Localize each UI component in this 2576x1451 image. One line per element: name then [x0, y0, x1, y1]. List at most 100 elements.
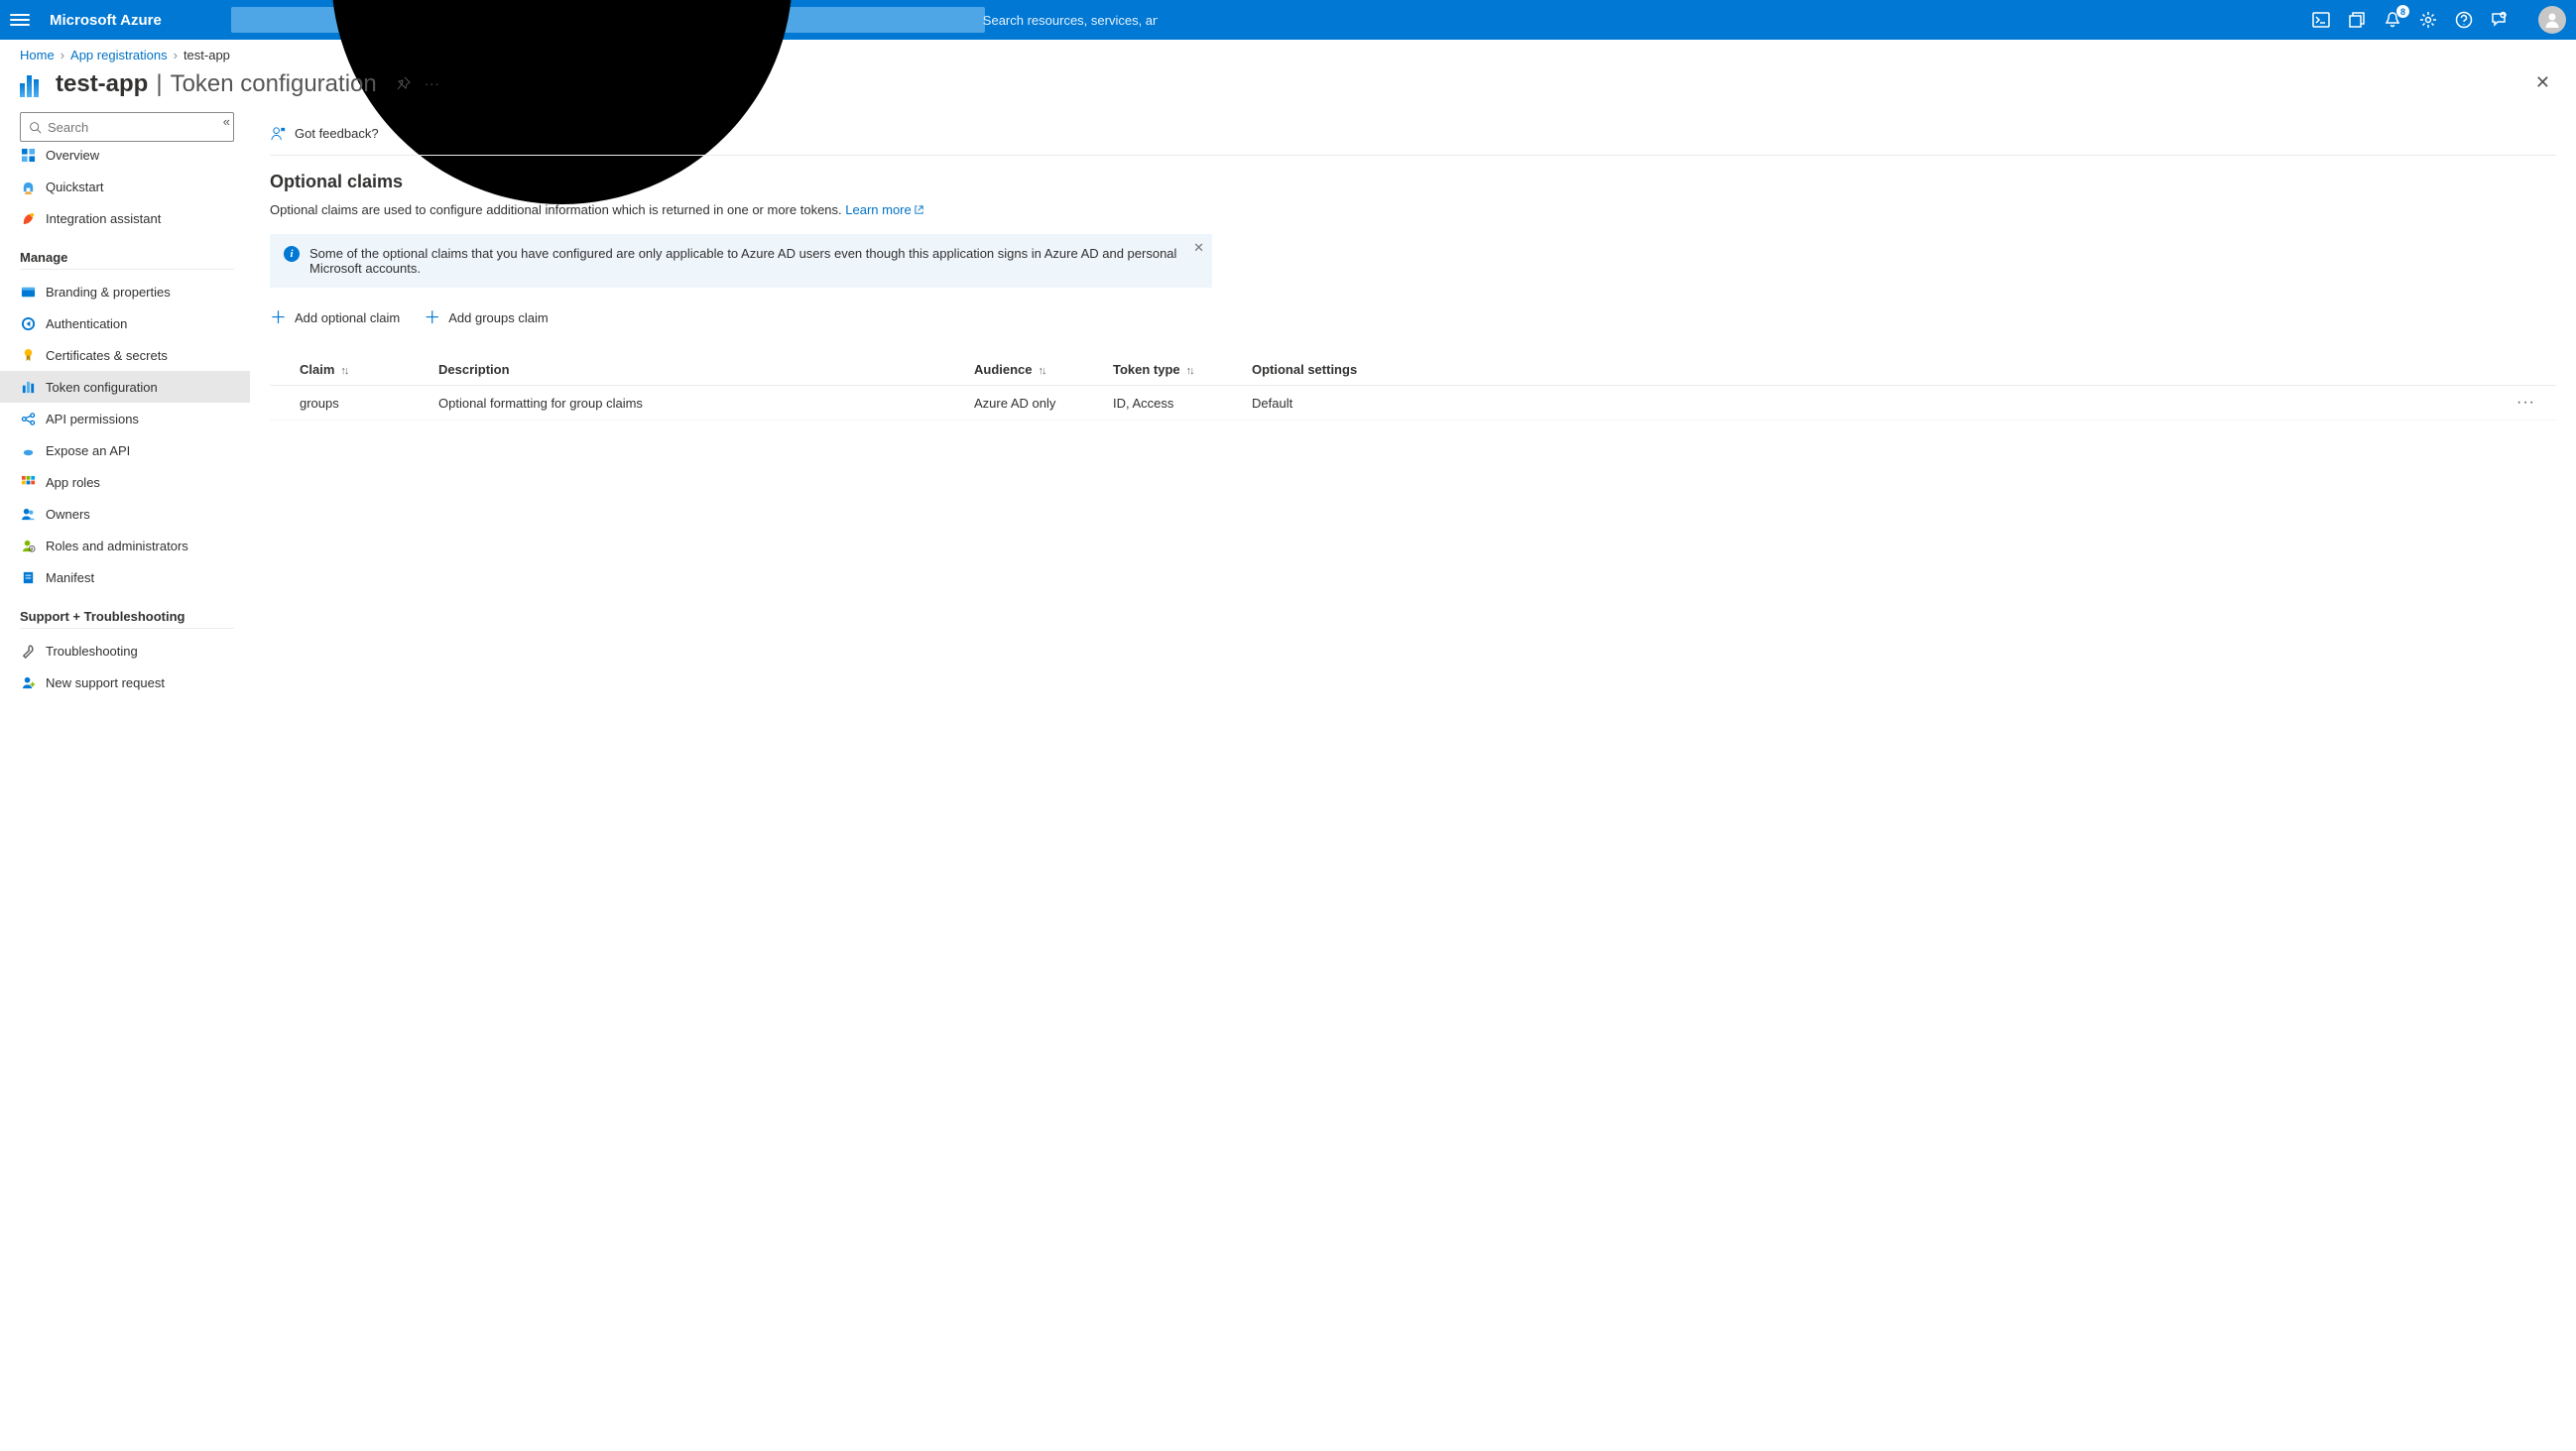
sidebar-item-overview[interactable]: Overview [0, 139, 250, 171]
external-link-icon [914, 203, 924, 218]
support-icon [20, 674, 36, 690]
cell-description: Optional formatting for group claims [438, 396, 974, 411]
sidebar-item-label: Roles and administrators [46, 539, 188, 553]
sidebar-item-label: App roles [46, 475, 100, 490]
authentication-icon [20, 315, 36, 331]
page-title-section: Token configuration [171, 70, 377, 98]
pin-icon[interactable] [397, 76, 411, 93]
sidebar-item-label: Quickstart [46, 180, 104, 194]
cell-claim: groups [300, 396, 438, 411]
brand-label[interactable]: Microsoft Azure [50, 12, 162, 29]
button-label: Add groups claim [448, 310, 548, 325]
sidebar-search-input[interactable] [48, 120, 225, 135]
owners-icon [20, 506, 36, 522]
chevron-right-icon: › [61, 48, 64, 62]
troubleshooting-icon [20, 643, 36, 659]
sidebar-item-manifest[interactable]: Manifest [0, 561, 250, 593]
column-description[interactable]: Description [438, 362, 974, 377]
sidebar-item-label: Owners [46, 507, 90, 522]
more-icon[interactable]: ··· [425, 76, 440, 93]
hamburger-menu-icon[interactable] [10, 10, 30, 30]
sidebar-item-quickstart[interactable]: Quickstart [0, 171, 250, 202]
overview-icon [20, 147, 36, 163]
info-banner: i Some of the optional claims that you h… [270, 234, 1212, 288]
title-divider: | [156, 70, 162, 98]
sidebar-item-authentication[interactable]: Authentication [0, 307, 250, 339]
sidebar-item-troubleshooting[interactable]: Troubleshooting [0, 635, 250, 666]
notifications-icon[interactable]: 8 [2384, 11, 2401, 29]
sidebar-item-branding[interactable]: Branding & properties [0, 276, 250, 307]
add-groups-claim-button[interactable]: ＋ Add groups claim [424, 309, 548, 326]
sidebar-header-support: Support + Troubleshooting [20, 609, 234, 629]
cell-token-type: ID, Access [1113, 396, 1252, 411]
action-buttons: ＋ Add optional claim ＋ Add groups claim [270, 309, 2556, 326]
column-optional-settings[interactable]: Optional settings [1252, 362, 2516, 377]
row-more-button[interactable]: ··· [2516, 394, 2556, 412]
sidebar-item-new-support[interactable]: New support request [0, 666, 250, 698]
plus-icon: ＋ [424, 309, 440, 326]
sidebar-item-certificates[interactable]: Certificates & secrets [0, 339, 250, 371]
expose-api-icon [20, 442, 36, 458]
section-heading: Optional claims [270, 172, 2556, 192]
header-icons: 8 [2312, 11, 2509, 29]
token-config-icon [20, 71, 46, 97]
sidebar-item-app-roles[interactable]: App roles [0, 466, 250, 498]
breadcrumb-level1[interactable]: App registrations [70, 48, 168, 62]
plus-icon: ＋ [270, 309, 287, 326]
directories-icon[interactable] [2348, 11, 2366, 29]
api-permissions-icon [20, 411, 36, 426]
sidebar-item-owners[interactable]: Owners [0, 498, 250, 530]
main-content: Got feedback? Optional claims Optional c… [250, 112, 2576, 718]
dismiss-banner-button[interactable]: ✕ [1193, 240, 1204, 256]
claims-table: Claim↑↓ Description Audience↑↓ Token typ… [270, 354, 2556, 421]
search-icon [29, 121, 42, 134]
sidebar-item-label: Token configuration [46, 380, 158, 395]
global-search-input[interactable] [983, 13, 1158, 28]
sidebar-item-label: Expose an API [46, 443, 130, 458]
certificates-icon [20, 347, 36, 363]
column-claim[interactable]: Claim↑↓ [300, 362, 438, 377]
sidebar-item-expose-api[interactable]: Expose an API [0, 434, 250, 466]
add-optional-claim-button[interactable]: ＋ Add optional claim [270, 309, 400, 326]
page-title-app: test-app [56, 70, 148, 98]
global-search[interactable] [231, 7, 985, 33]
app-roles-icon [20, 474, 36, 490]
sidebar-item-roles-admins[interactable]: Roles and administrators [0, 530, 250, 561]
feedback-icon[interactable] [2491, 11, 2509, 29]
section-description: Optional claims are used to configure ad… [270, 202, 2556, 218]
cell-audience: Azure AD only [974, 396, 1113, 411]
feedback-button[interactable]: Got feedback? [270, 112, 2556, 156]
column-token-type[interactable]: Token type↑↓ [1113, 362, 1252, 377]
breadcrumb-current: test-app [184, 48, 230, 62]
learn-more-link[interactable]: Learn more [845, 202, 923, 217]
feedback-label: Got feedback? [295, 126, 379, 141]
button-label: Add optional claim [295, 310, 400, 325]
sidebar-item-label: Troubleshooting [46, 644, 138, 659]
close-blade-button[interactable]: ✕ [2535, 72, 2550, 93]
sidebar-item-label: New support request [46, 675, 165, 690]
column-audience[interactable]: Audience↑↓ [974, 362, 1113, 377]
notifications-badge: 8 [2396, 5, 2409, 18]
sidebar-item-token-configuration[interactable]: Token configuration [0, 371, 250, 403]
user-avatar[interactable] [2538, 6, 2566, 34]
breadcrumb-home[interactable]: Home [20, 48, 55, 62]
sidebar: « Overview Quickstart Integration assist… [0, 112, 250, 718]
sidebar-header-manage: Manage [20, 250, 234, 270]
sidebar-item-label: Certificates & secrets [46, 348, 168, 363]
cloud-shell-icon[interactable] [2312, 11, 2330, 29]
sidebar-item-integration[interactable]: Integration assistant [0, 202, 250, 234]
manifest-icon [20, 569, 36, 585]
info-icon: i [284, 246, 300, 262]
sidebar-item-api-permissions[interactable]: API permissions [0, 403, 250, 434]
sidebar-item-label: Integration assistant [46, 211, 161, 226]
feedback-person-icon [270, 125, 287, 142]
help-icon[interactable] [2455, 11, 2473, 29]
roles-admins-icon [20, 538, 36, 553]
sidebar-item-label: Authentication [46, 316, 127, 331]
quickstart-icon [20, 179, 36, 194]
sidebar-item-label: Branding & properties [46, 285, 171, 300]
table-row[interactable]: groups Optional formatting for group cla… [270, 386, 2556, 421]
branding-icon [20, 284, 36, 300]
cell-optional-settings: Default [1252, 396, 2516, 411]
settings-gear-icon[interactable] [2419, 11, 2437, 29]
